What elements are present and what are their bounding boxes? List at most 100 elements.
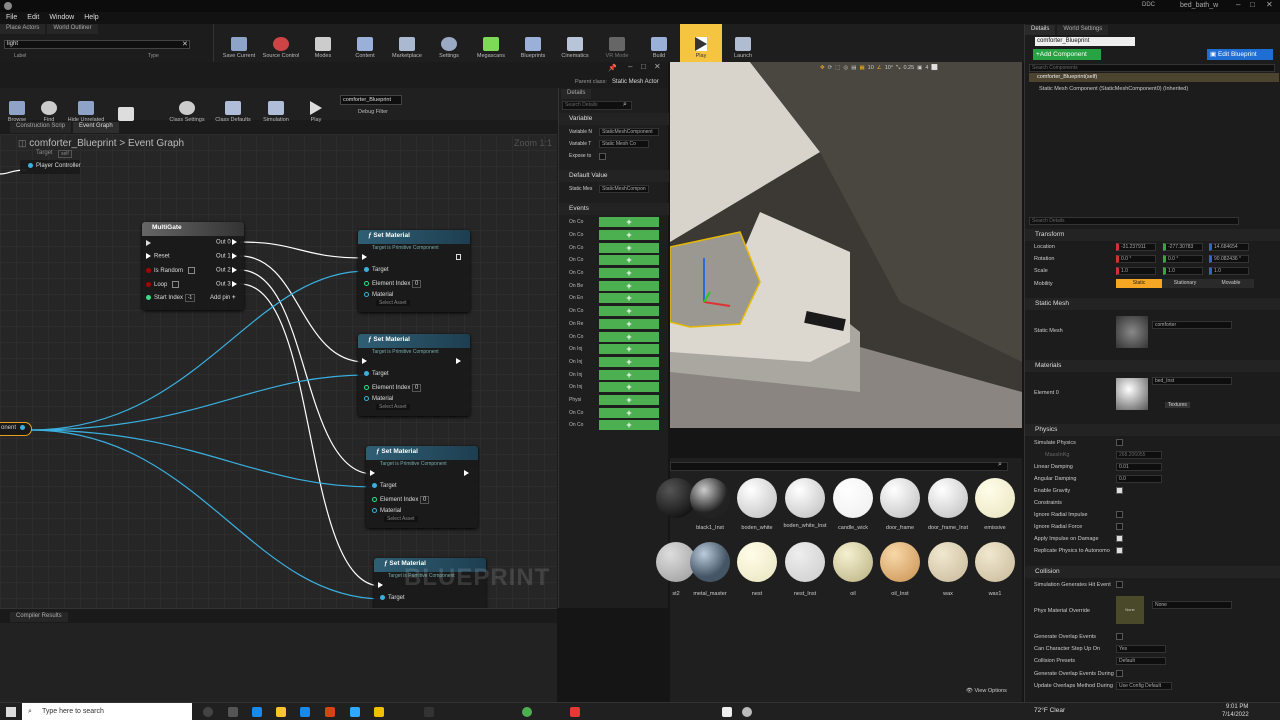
- static-mesh-component-item[interactable]: Static Mesh Component (StaticMeshCompone…: [1039, 86, 1188, 92]
- view-options-button[interactable]: 👁 View Options: [966, 688, 1007, 694]
- blueprints-button[interactable]: Blueprints: [512, 24, 554, 62]
- class-settings-button[interactable]: Class Settings: [164, 88, 210, 126]
- outliner-search-input[interactable]: light: [4, 40, 190, 49]
- taskbar-search-box[interactable]: ⌕ Type here to search: [22, 703, 192, 720]
- multigate-out1-pin[interactable]: Out 1: [216, 253, 240, 260]
- constraints-label[interactable]: Constraints: [1034, 500, 1062, 506]
- enable-gravity-checkbox[interactable]: [1116, 487, 1123, 494]
- content-button[interactable]: Content: [344, 24, 386, 62]
- expose-checkbox[interactable]: [599, 153, 606, 160]
- weather-widget[interactable]: 72°F Clear: [1034, 707, 1065, 714]
- office-icon[interactable]: [325, 707, 335, 717]
- tab-bp-details[interactable]: Details: [561, 89, 592, 99]
- build-button[interactable]: Build: [638, 24, 680, 62]
- camera-speed-value[interactable]: 4: [925, 65, 928, 71]
- add-pin-button[interactable]: Add pin +: [210, 295, 236, 301]
- rotation-y-field[interactable]: 0.0 °: [1163, 255, 1203, 263]
- multigate-out2-pin[interactable]: Out 2: [216, 267, 240, 274]
- update-overlaps-select[interactable]: Use Config Default: [1116, 682, 1172, 690]
- material-thumb[interactable]: [785, 542, 825, 582]
- target-pin[interactable]: Target: [380, 595, 405, 601]
- material-thumb[interactable]: [690, 478, 730, 518]
- column-label[interactable]: Label: [14, 53, 26, 59]
- replicate-physics-checkbox[interactable]: [1116, 547, 1123, 554]
- multigate-node[interactable]: MultiGate Reset Is Random Loop Start Ind…: [142, 222, 244, 310]
- sim-hit-event-checkbox[interactable]: [1116, 581, 1123, 588]
- rotation-snap-icon[interactable]: ∠: [877, 65, 882, 71]
- task-view-icon[interactable]: [203, 707, 213, 717]
- clear-search-icon[interactable]: ✕: [182, 40, 188, 48]
- find-button[interactable]: Find: [32, 88, 66, 126]
- variable-type-field[interactable]: Static Mesh Co: [599, 140, 649, 148]
- tab-place-actors[interactable]: Place Actors: [0, 24, 46, 34]
- level-viewport[interactable]: ✥ ⟳ ⬚ ◎ ▤ ▦ 10 ∠ 10° ⤡ 0.25 ▣ 4 ⬜: [670, 62, 1022, 428]
- material-pin[interactable]: Material: [364, 396, 393, 402]
- file-explorer-icon[interactable]: [276, 707, 286, 717]
- maximize-icon[interactable]: □: [1250, 0, 1255, 9]
- material-thumb[interactable]: [690, 542, 730, 582]
- exec-in-pin[interactable]: [362, 358, 370, 365]
- add-event-button[interactable]: +: [599, 306, 659, 317]
- vr-mode-button[interactable]: VR Mode: [596, 24, 638, 62]
- app-icon[interactable]: [722, 707, 732, 717]
- chrome-icon[interactable]: [522, 707, 532, 717]
- select-asset-dropdown[interactable]: Select Asset: [384, 516, 418, 522]
- menu-file[interactable]: File: [6, 12, 17, 24]
- element-index-pin[interactable]: Element Index 0: [372, 496, 430, 505]
- widgets-icon[interactable]: [228, 707, 238, 717]
- multigate-out3-pin[interactable]: Out 3: [216, 281, 240, 288]
- static-mesh-section-header[interactable]: Static Mesh: [1025, 298, 1280, 310]
- exec-in-pin[interactable]: [362, 254, 370, 261]
- scale-icon[interactable]: ⬚: [835, 65, 840, 71]
- component-reference-node[interactable]: onent: [0, 422, 32, 436]
- variable-name-field[interactable]: StaticMeshComponent: [599, 128, 659, 136]
- camera-speed-icon[interactable]: ▣: [917, 65, 922, 71]
- grid-snap-value[interactable]: 10: [868, 65, 874, 71]
- menu-edit[interactable]: Edit: [27, 12, 39, 24]
- mobility-static[interactable]: Static: [1116, 279, 1162, 288]
- scale-snap-icon[interactable]: ⤡: [896, 65, 900, 72]
- add-event-button[interactable]: +: [599, 217, 659, 228]
- material-select[interactable]: bed_Inst: [1152, 377, 1232, 385]
- windows-start-icon[interactable]: [6, 707, 16, 717]
- tab-world-settings[interactable]: World Settings: [1057, 25, 1109, 35]
- transform-section-header[interactable]: Transform: [1025, 229, 1280, 241]
- bp-close-icon[interactable]: ✕: [654, 62, 661, 71]
- photoshop-icon[interactable]: [350, 707, 360, 717]
- add-event-button[interactable]: +: [599, 255, 659, 266]
- add-event-button[interactable]: +: [599, 407, 659, 418]
- set-material-node-3[interactable]: ƒ Set Material Target is Primitive Compo…: [366, 446, 478, 528]
- add-event-button[interactable]: +: [599, 356, 659, 367]
- search-components-input[interactable]: Search Components: [1029, 64, 1275, 72]
- add-event-button[interactable]: +: [599, 280, 659, 291]
- megascans-button[interactable]: Megascans: [470, 24, 512, 62]
- phys-material-select[interactable]: None: [1152, 601, 1232, 609]
- static-mesh-field[interactable]: StaticMeshCompon: [599, 185, 649, 193]
- mobility-movable[interactable]: Movable: [1208, 279, 1254, 288]
- add-event-button[interactable]: +: [599, 420, 659, 431]
- collision-section-header[interactable]: Collision: [1025, 566, 1280, 578]
- event-graph-canvas[interactable]: Target self Player Controller MultiGate …: [0, 134, 557, 608]
- set-material-node-1[interactable]: ƒ Set Material Target is Primitive Compo…: [358, 230, 470, 312]
- add-event-button[interactable]: +: [599, 382, 659, 393]
- events-section-header[interactable]: Events: [559, 203, 669, 215]
- material-thumb[interactable]: [928, 542, 968, 582]
- grid-snap-icon[interactable]: ▦: [859, 65, 864, 71]
- mobility-stationary[interactable]: Stationary: [1162, 279, 1208, 288]
- add-event-button[interactable]: +: [599, 230, 659, 241]
- player-controller-pin[interactable]: Player Controller: [28, 163, 81, 169]
- default-value-section-header[interactable]: Default Value: [559, 170, 669, 182]
- acrobat-icon[interactable]: [570, 707, 580, 717]
- bp-details-search-input[interactable]: Search Details: [562, 101, 632, 110]
- multigate-out0-pin[interactable]: Out 0: [216, 239, 240, 246]
- exec-out-pin[interactable]: [456, 254, 464, 261]
- exec-in-pin[interactable]: [378, 582, 386, 589]
- parent-class-value[interactable]: Static Mesh Actor: [612, 79, 659, 85]
- save-current-button[interactable]: Save Current: [218, 24, 260, 62]
- material-thumb[interactable]: [975, 478, 1015, 518]
- pin-icon[interactable]: 📌: [608, 64, 617, 72]
- clock-date[interactable]: 7/14/2022: [1222, 712, 1249, 718]
- generate-overlap-checkbox[interactable]: [1116, 633, 1123, 640]
- material-thumbnail[interactable]: [1116, 378, 1148, 410]
- multigate-exec-in[interactable]: [146, 240, 154, 247]
